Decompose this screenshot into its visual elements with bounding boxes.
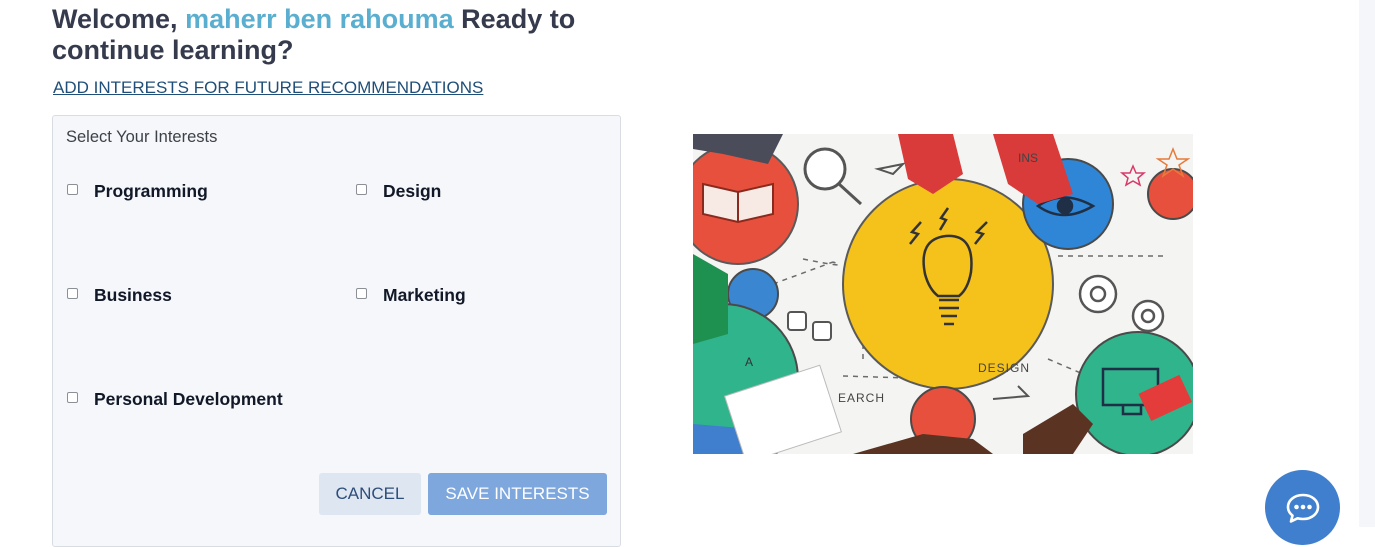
illustration-text-design: DESIGN (978, 361, 1030, 375)
interests-panel-title: Select Your Interests (66, 128, 218, 146)
interest-checkbox[interactable] (356, 288, 367, 299)
cancel-button[interactable]: CANCEL (319, 473, 421, 515)
interests-illustration: INS DESIGN A EARCH (693, 134, 1193, 454)
interest-checkbox[interactable] (67, 392, 78, 403)
page-right-edge (1359, 0, 1375, 527)
interest-label: Design (383, 181, 442, 201)
greeting-text: Welcome, (52, 4, 178, 34)
interest-label: Business (94, 285, 172, 305)
interest-option-marketing[interactable]: Marketing (356, 285, 466, 306)
interest-option-personal-development[interactable]: Personal Development (67, 389, 283, 410)
save-interests-button[interactable]: SAVE INTERESTS (428, 473, 607, 515)
interests-panel: Select Your Interests Programming Design… (52, 115, 621, 547)
interest-checkbox[interactable] (67, 184, 78, 195)
illustration-text-earch: EARCH (838, 391, 885, 405)
interest-label: Marketing (383, 285, 466, 305)
illustration-text-ins: INS (1018, 151, 1038, 165)
chat-button[interactable] (1265, 470, 1340, 545)
interest-checkbox[interactable] (67, 288, 78, 299)
welcome-heading: Welcome, maherr ben rahouma Ready to con… (52, 4, 652, 66)
interest-option-business[interactable]: Business (67, 285, 172, 306)
chat-bubble-icon (1285, 492, 1321, 529)
add-interests-link[interactable]: ADD INTERESTS FOR FUTURE RECOMMENDATIONS (53, 78, 483, 98)
interest-label: Programming (94, 181, 208, 201)
interest-label: Personal Development (94, 389, 283, 409)
interest-option-design[interactable]: Design (356, 181, 441, 202)
interest-option-programming[interactable]: Programming (67, 181, 208, 202)
user-name: maherr ben rahouma (185, 4, 454, 34)
illustration-text-a: A (745, 355, 753, 369)
interest-checkbox[interactable] (356, 184, 367, 195)
